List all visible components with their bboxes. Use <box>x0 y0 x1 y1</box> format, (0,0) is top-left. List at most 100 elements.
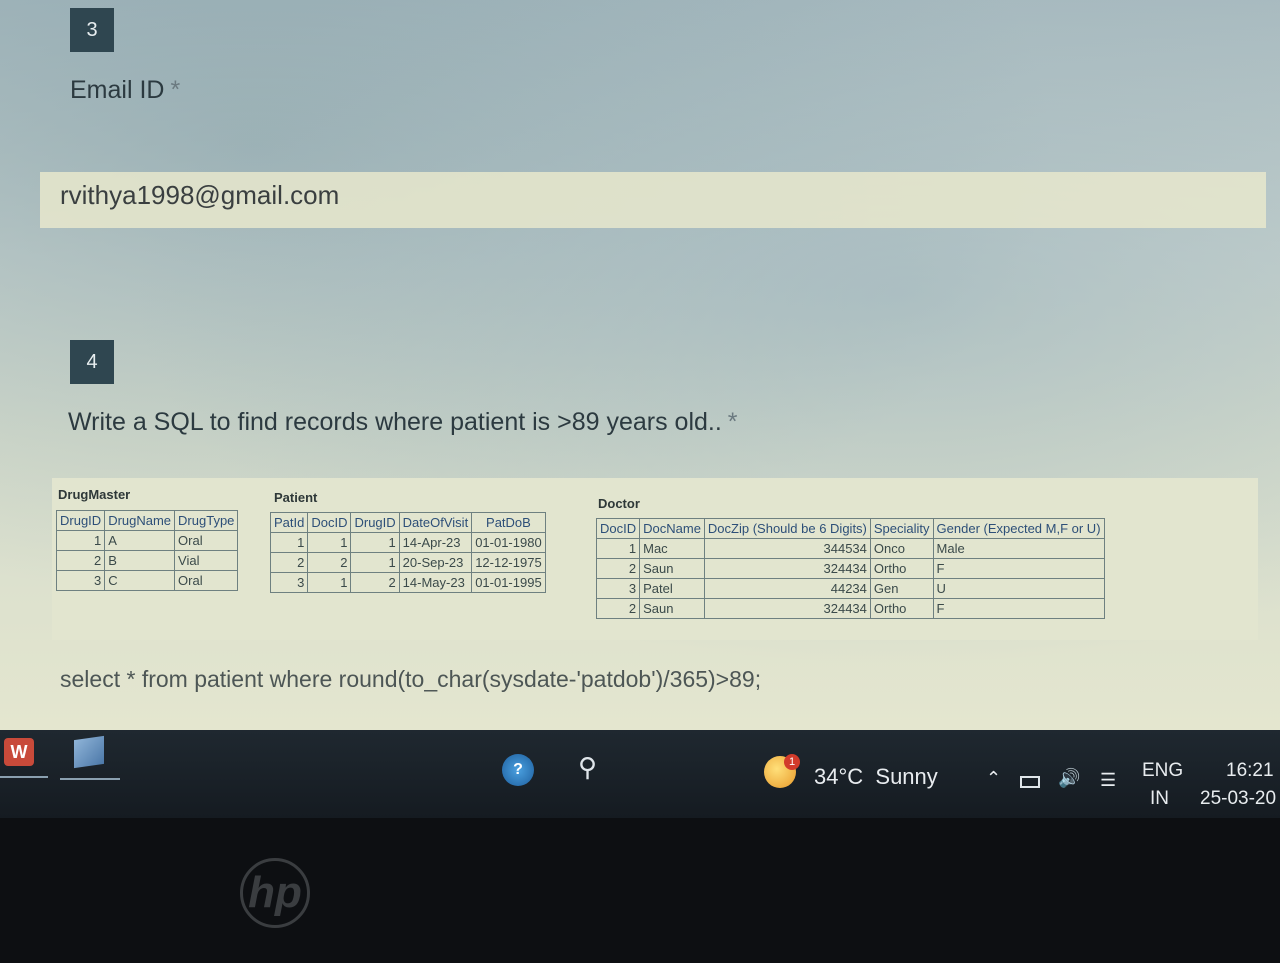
table-cell: 2 <box>595 558 641 579</box>
patient-title: Patient <box>274 490 318 505</box>
table-cell: Onco <box>869 538 934 559</box>
column-header: Speciality <box>869 518 934 539</box>
drug-master-header-row: DrugID DrugName DrugType <box>55 510 239 531</box>
column-header: PatDoB <box>471 512 546 533</box>
drugmaster-table: DrugID DrugName DrugType 1 A Oral 2 B Vial 3 C Oral <box>55 510 239 591</box>
table-cell: F <box>932 558 1105 579</box>
people-icon[interactable]: ⚲ <box>578 752 597 783</box>
doctor-header-row: DocID DocName DocZip (Should be 6 Digits) S… <box>595 518 1105 539</box>
table-row: 1 1 1 14-Apr-23 01-01-1980 <box>269 532 546 553</box>
column-header: DrugID <box>350 512 400 533</box>
table-cell: 3 <box>269 572 309 593</box>
table-cell: 3 <box>55 570 106 591</box>
column-header: PatId <box>269 512 309 533</box>
table-cell: B <box>104 550 176 571</box>
weather-condition: Sunny <box>875 764 938 789</box>
help-icon[interactable]: ? <box>502 754 534 786</box>
question-number-badge: 3 <box>70 8 114 52</box>
table-cell: Oral <box>174 570 239 591</box>
question-label: Email ID * <box>70 76 180 105</box>
clock[interactable]: 16:21 25-03-20 <box>1200 760 1276 810</box>
column-header: DocName <box>639 518 705 539</box>
patient-header-row: PatId DocID DrugID DateOfVisit PatDoB <box>269 512 546 533</box>
question-label-text: Email ID <box>70 76 165 104</box>
table-cell: Oral <box>174 530 239 551</box>
language-code: ENG <box>1142 760 1184 781</box>
question-number-badge: 4 <box>70 340 114 384</box>
table-cell: 3 <box>595 578 641 599</box>
column-header: DocID <box>595 518 641 539</box>
table-cell: 1 <box>595 538 641 559</box>
email-answer-field[interactable]: rvithya1998@gmail.com <box>40 172 1266 228</box>
app-icon[interactable]: W <box>4 738 34 766</box>
table-cell: 1 <box>269 532 309 553</box>
required-asterisk: * <box>170 76 181 104</box>
table-cell: 2 <box>595 598 641 619</box>
table-cell: 1 <box>307 572 352 593</box>
region-code: IN <box>1150 788 1169 809</box>
clock-date: 25-03-20 <box>1200 788 1277 809</box>
table-cell: 2 <box>269 552 309 573</box>
table-cell: 14-Apr-23 <box>398 532 473 553</box>
table-cell: 2 <box>307 552 352 573</box>
table-row: 2 2 1 20-Sep-23 12-12-1975 <box>269 552 546 573</box>
drugmaster-title: DrugMaster <box>58 487 131 502</box>
column-header: Gender (Expected M,F or U) <box>932 518 1105 539</box>
table-row: 2 Saun 324434 Ortho F <box>595 558 1105 579</box>
column-header: DocID <box>307 512 352 533</box>
table-cell: Saun <box>639 558 705 579</box>
table-cell: 324434 <box>703 558 871 579</box>
table-cell: 2 <box>350 572 400 593</box>
table-row: 1 A Oral <box>55 530 239 551</box>
table-row: 3 1 2 14-May-23 01-01-1995 <box>269 572 546 593</box>
table-cell: 1 <box>307 532 352 553</box>
table-cell: Mac <box>639 538 705 559</box>
active-app-indicator <box>60 778 120 780</box>
browser-viewport: 3 Email ID * rvithya1998@gmail.com 4 Writ… <box>0 0 1280 730</box>
battery-icon[interactable] <box>1020 776 1040 788</box>
column-header: DrugName <box>104 510 176 531</box>
table-cell: 20-Sep-23 <box>398 552 473 573</box>
table-row: 2 B Vial <box>55 550 239 571</box>
chevron-up-icon[interactable]: ⌃ <box>986 768 1001 789</box>
language-indicator[interactable]: ENG IN <box>1142 760 1183 810</box>
weather-text[interactable]: 34°C Sunny <box>814 764 938 790</box>
column-header: DocZip (Should be 6 Digits) <box>703 518 871 539</box>
table-row: 3 C Oral <box>55 570 239 591</box>
table-cell: C <box>104 570 176 591</box>
column-header: DrugType <box>174 510 239 531</box>
table-cell: Ortho <box>869 598 934 619</box>
table-cell: 1 <box>350 552 400 573</box>
table-cell: 12-12-1975 <box>471 552 546 573</box>
table-cell: Ortho <box>869 558 934 579</box>
table-cell: F <box>932 598 1105 619</box>
speaker-icon[interactable]: 🔊 <box>1058 768 1080 789</box>
table-cell: 1 <box>350 532 400 553</box>
table-cell: A <box>104 530 176 551</box>
table-cell: 14-May-23 <box>398 572 473 593</box>
temperature: 34°C <box>814 764 864 789</box>
table-cell: Vial <box>174 550 239 571</box>
sql-answer-text[interactable]: select * from patient where round(to_cha… <box>60 666 761 693</box>
table-cell: 324434 <box>703 598 871 619</box>
column-header: DateOfVisit <box>398 512 473 533</box>
clock-time: 16:21 <box>1226 760 1274 781</box>
table-cell: 2 <box>55 550 106 571</box>
file-explorer-icon[interactable] <box>74 735 104 769</box>
required-asterisk: * <box>727 408 738 436</box>
hp-logo: hp <box>240 858 310 928</box>
wifi-icon[interactable]: ☰ <box>1100 770 1116 791</box>
patient-table: PatId DocID DrugID DateOfVisit PatDoB 1 1 1 14-A… <box>269 512 546 593</box>
column-header: DrugID <box>55 510 106 531</box>
table-cell: Gen <box>869 578 934 599</box>
question-label-text: Write a SQL to find records where patien… <box>68 408 722 436</box>
table-cell: Patel <box>639 578 705 599</box>
table-cell: Male <box>932 538 1105 559</box>
notification-badge: 1 <box>784 754 800 770</box>
table-row: 3 Patel 44234 Gen U <box>595 578 1105 599</box>
doctor-title: Doctor <box>598 496 640 511</box>
doctor-table: DocID DocName DocZip (Should be 6 Digits) S… <box>595 518 1105 619</box>
question-label: Write a SQL to find records where patien… <box>68 408 738 437</box>
table-cell: 1 <box>55 530 106 551</box>
table-cell: 01-01-1980 <box>471 532 546 553</box>
